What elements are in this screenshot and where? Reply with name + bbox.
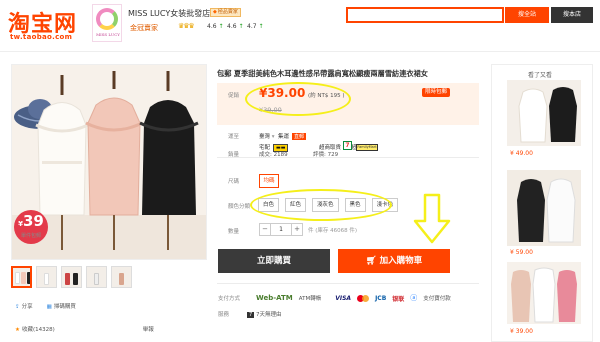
return-policy: 7 7天無理由 [247, 312, 282, 318]
thumbnail-1[interactable] [11, 266, 32, 288]
mastercard-icon [357, 294, 370, 302]
shop-badge: 極品賣家 [210, 8, 241, 17]
thumbnail-2[interactable] [36, 266, 57, 288]
add-to-cart-button[interactable]: 🛒︎ 加入購物車 [338, 249, 450, 273]
share-row: ⇪ 分享 ▦ 掃碼購買 [15, 302, 76, 310]
sales-label: 銷量 [228, 152, 240, 158]
payment-label: 支付方式 [218, 296, 241, 302]
promo-price-label: 促銷 [228, 93, 240, 99]
ship-to-label: 運至 [228, 134, 240, 140]
qr-code-icon: ▦ [46, 304, 52, 310]
recommended-item-3-price: ¥ 39.00 [510, 328, 533, 335]
ship-to-select[interactable]: 臺灣 ▾ [259, 132, 275, 140]
seller-level: 金冠賣家 [130, 24, 158, 32]
quantity-stepper: − 1 + [259, 223, 303, 236]
rating-logistics: 4.7 ↑ [247, 23, 264, 30]
quantity-increase-button[interactable]: + [291, 223, 303, 236]
shop-logo-emblem-icon [96, 8, 118, 30]
ship-method: 集運 直郵 [278, 133, 307, 140]
service-row: 服務 7 7天無理由 [218, 310, 281, 318]
seven-eleven-icon: 7 [343, 141, 352, 150]
quantity-decrease-button[interactable]: − [259, 223, 271, 236]
buy-now-button[interactable]: 立即購買 [218, 249, 330, 273]
quantity-input[interactable]: 1 [271, 223, 291, 236]
recommended-item-photo [507, 80, 581, 146]
divider [217, 283, 479, 284]
alipay-icon: ⓐ [410, 294, 418, 302]
report-link[interactable]: 舉報 [143, 325, 154, 333]
cart-icon: 🛒︎ [365, 256, 380, 266]
sales-count: 成交: 2189 [259, 152, 288, 158]
thumbnail-strip [11, 266, 132, 288]
star-icon: ★ [15, 327, 20, 333]
promo-badge: 限時包郵 [422, 88, 451, 97]
unionpay-icon: 银联 [392, 295, 405, 303]
size-label: 尺碼 [228, 179, 240, 185]
service-label: 服務 [218, 312, 230, 318]
recommended-item-3[interactable] [507, 262, 581, 324]
arrow-down-icon [413, 193, 451, 244]
review-count[interactable]: 評價: 729 [313, 150, 338, 158]
seller-crown-icon: ♛♛♛ [178, 22, 195, 30]
thumbnail-5[interactable] [111, 266, 132, 288]
recommended-item-photo [507, 262, 581, 324]
share-icon: ⇪ [15, 304, 20, 310]
site-header: 淘宝网 tw.taobao.com MISS LUCY MISS LUCY女装批… [0, 0, 600, 52]
atm-transfer-label: ATM轉帳 [298, 296, 322, 302]
payment-methods: 支付方式 Web-ATM ATM轉帳 VISA JCB 银联 ⓐ 支付寶付款 [218, 293, 451, 303]
search-input[interactable] [346, 7, 504, 23]
shop-logo-brand: MISS LUCY [96, 32, 120, 37]
web-atm-icon: Web-ATM [256, 294, 293, 302]
divider [217, 157, 479, 158]
shop-name[interactable]: MISS LUCY女装批發店 [128, 8, 210, 19]
rating-service: 4.6 ↑ [227, 23, 244, 30]
highlight-oval-price [245, 82, 351, 116]
familymart-icon: FamilyMart [356, 144, 378, 151]
jcb-icon: JCB [375, 294, 387, 302]
recommended-item-2-price: ¥ 59.00 [510, 249, 533, 256]
color-label: 顏色分類 [228, 204, 251, 210]
quantity-label: 數量 [228, 229, 240, 235]
price-sticker: ¥39 單件包郵 [14, 210, 48, 244]
thumbnail-3[interactable] [61, 266, 82, 288]
favorite-button[interactable]: ★ 收藏(14328) [15, 325, 55, 333]
search-all-button[interactable]: 搜全站 [505, 7, 549, 23]
share-button[interactable]: ⇪ 分享 [15, 302, 33, 310]
thumbnail-4[interactable] [86, 266, 107, 288]
qr-buy-button[interactable]: ▦ 掃碼購買 [47, 302, 76, 310]
highlight-oval-colors [250, 189, 392, 221]
favorite-row: ★ 收藏(14328) 舉報 [15, 325, 154, 333]
size-option-one-size[interactable]: 均碼 [259, 174, 279, 188]
shop-logo[interactable]: MISS LUCY [92, 4, 122, 42]
taobao-logo-url: tw.taobao.com [10, 33, 73, 41]
recommended-item-1-price: ¥ 49.00 [510, 150, 533, 157]
rating-description: 4.6 ↑ [207, 23, 224, 30]
alipay-label: 支付寶付款 [423, 296, 451, 302]
visa-icon: VISA [335, 294, 352, 302]
search-shop-button[interactable]: 搜本店 [551, 7, 593, 23]
recommended-item-photo [507, 170, 581, 246]
stock-info: 件 (庫存 46068 件) [308, 228, 358, 234]
product-title: 包郵 夏季甜美純色木耳邊性感吊帶露肩寬松顯瘦兩層雪紡連衣裙女 [217, 69, 428, 78]
recommended-item-1[interactable] [507, 80, 581, 146]
recommended-item-2[interactable] [507, 170, 581, 246]
sidebar-title: 看了又看 [528, 72, 553, 79]
